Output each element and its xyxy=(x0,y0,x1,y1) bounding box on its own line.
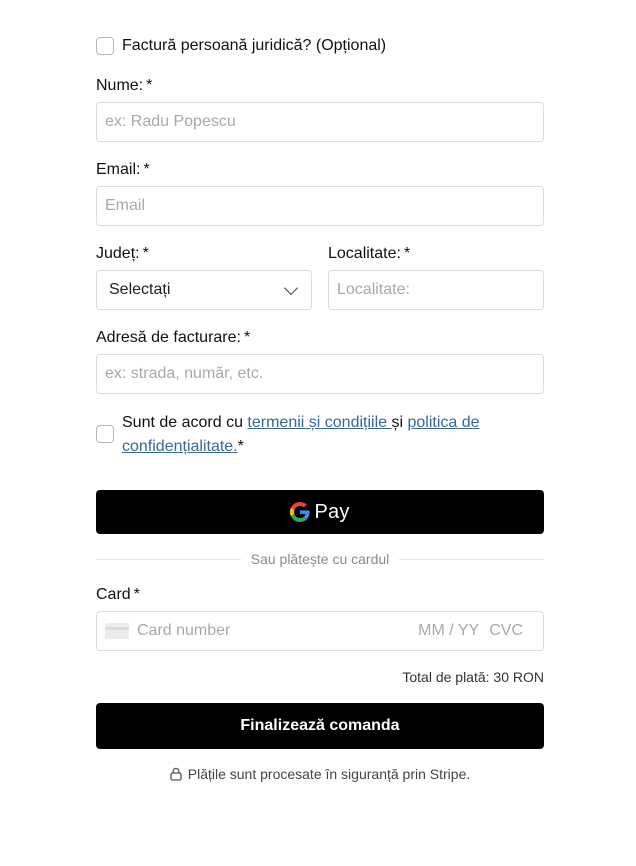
name-input[interactable]: ex: Radu Popescu xyxy=(96,102,544,142)
card-label-text: Card xyxy=(96,586,131,603)
company-invoice-checkbox[interactable] xyxy=(96,37,114,55)
terms-link[interactable]: termenii și condițiile xyxy=(247,414,391,431)
required-mark: * xyxy=(142,245,149,262)
card-number-placeholder: Card number xyxy=(137,622,231,639)
name-label: Nume: * xyxy=(96,77,152,95)
card-cvc-field[interactable]: CVC xyxy=(489,622,523,640)
card-expiry-field[interactable]: MM / YY xyxy=(418,622,479,640)
required-mark: * xyxy=(146,77,153,94)
address-placeholder: ex: strada, număr, etc. xyxy=(105,365,264,382)
secure-payment-note: Plățile sunt procesate în siguranță prin… xyxy=(96,766,544,782)
card-extra-fields: MM / YY CVC xyxy=(418,622,523,640)
county-select[interactable]: Selectați xyxy=(96,270,312,310)
address-label-text: Adresă de facturare: xyxy=(96,329,241,346)
google-pay-label: Pay xyxy=(314,500,350,523)
card-input[interactable]: Card number MM / YY CVC xyxy=(96,611,544,651)
terms-conjunction: și xyxy=(391,414,408,431)
card-label: Card * xyxy=(96,586,140,604)
required-mark: * xyxy=(237,438,244,455)
lock-icon xyxy=(170,767,182,781)
required-mark: * xyxy=(133,586,140,603)
terms-prefix: Sunt de acord cu xyxy=(122,414,248,431)
city-input[interactable]: Localitate: xyxy=(328,270,544,310)
email-label: Email: * xyxy=(96,161,150,179)
chevron-down-icon xyxy=(283,280,299,295)
terms-checkbox[interactable] xyxy=(96,425,114,443)
secure-note-text: Plățile sunt procesate în siguranță prin… xyxy=(187,766,471,782)
submit-order-button[interactable]: Finalizează comanda xyxy=(96,703,544,749)
card-number-field[interactable]: Card number xyxy=(105,622,230,640)
google-pay-button[interactable]: Pay xyxy=(96,490,544,534)
terms-text: Sunt de acord cu termenii și condițiile … xyxy=(122,411,544,459)
company-invoice-row: Factură persoană juridică? (Opțional) xyxy=(96,37,386,55)
city-label: Localitate: * xyxy=(328,245,410,263)
order-total: Total de plată: 30 RON xyxy=(402,669,544,685)
address-input[interactable]: ex: strada, număr, etc. xyxy=(96,354,544,394)
name-label-text: Nume: xyxy=(96,77,144,94)
payment-divider: Sau plătește cu cardul xyxy=(96,549,544,569)
county-label: Județ: * xyxy=(96,245,149,263)
city-label-text: Localitate: xyxy=(328,245,401,262)
company-invoice-label: Factură persoană juridică? (Opțional) xyxy=(122,37,387,54)
google-g-icon xyxy=(290,502,311,522)
required-mark: * xyxy=(243,329,251,346)
divider-line xyxy=(399,558,544,560)
address-label: Adresă de facturare: * xyxy=(96,329,250,347)
email-label-text: Email: xyxy=(96,161,141,178)
name-placeholder: ex: Radu Popescu xyxy=(105,113,236,130)
required-mark: * xyxy=(143,161,150,178)
county-label-text: Județ: xyxy=(96,245,140,262)
divider-line xyxy=(96,558,241,560)
required-mark: * xyxy=(403,245,411,262)
city-placeholder: Localitate: xyxy=(337,281,410,298)
terms-row: Sunt de acord cu termenii și condițiile … xyxy=(96,411,544,459)
divider-text: Sau plătește cu cardul xyxy=(250,551,390,567)
credit-card-icon xyxy=(105,623,129,639)
email-placeholder: Email xyxy=(105,197,146,214)
county-selected-value: Selectați xyxy=(109,281,171,298)
email-input[interactable]: Email xyxy=(96,186,544,226)
